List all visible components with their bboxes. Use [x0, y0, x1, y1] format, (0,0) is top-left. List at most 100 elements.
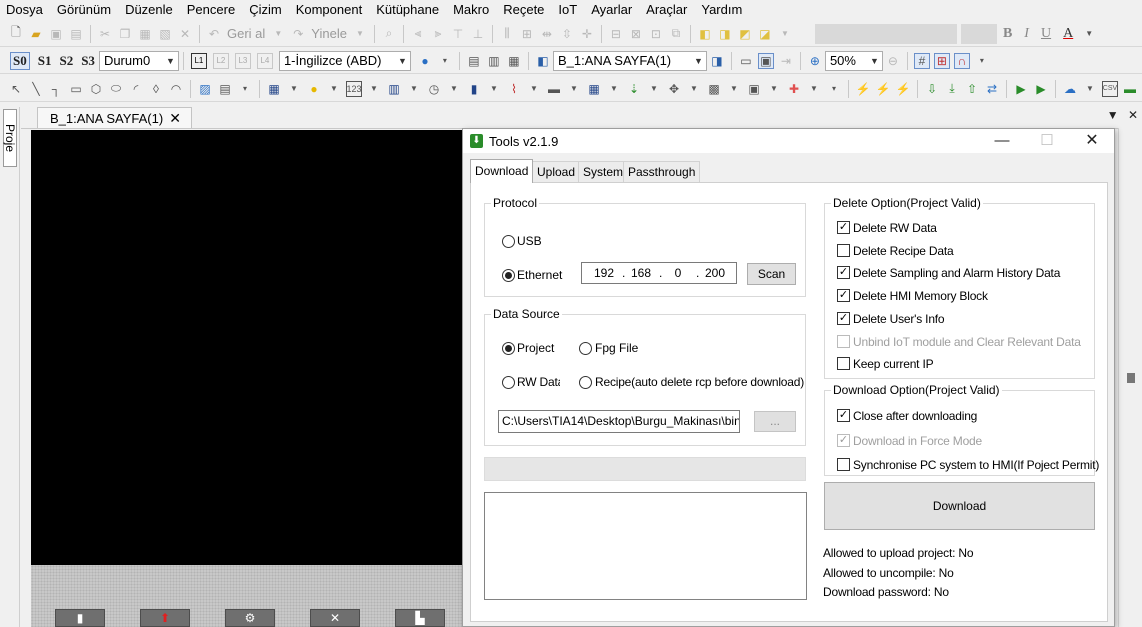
delete-icon[interactable]: ✕ [177, 26, 193, 42]
menu-pencere[interactable]: Pencere [180, 1, 242, 18]
minimize-button[interactable]: — [980, 131, 1024, 151]
zoom-out-icon[interactable]: ⊖ [885, 53, 901, 69]
recipe-icon[interactable]: ▩ [706, 81, 722, 97]
open-folder-icon[interactable]: ▰ [28, 26, 44, 42]
paste-special-icon[interactable]: ▧ [157, 26, 173, 42]
compile-clear-icon[interactable]: ⚡ [895, 81, 911, 97]
recipe-label[interactable]: Recipe(auto delete rcp before download) [595, 375, 804, 389]
state-combo[interactable]: Durum0 ▼ [98, 50, 179, 71]
chevron-down-icon[interactable]: ▼ [726, 81, 742, 97]
canvas-scrollbar[interactable] [1118, 128, 1142, 627]
maximize-button[interactable]: ☐ [1025, 131, 1069, 151]
page-properties-icon[interactable]: ▤ [466, 53, 482, 69]
fpg-file-radio[interactable] [579, 342, 592, 355]
polygon-tool-icon[interactable]: ⬡ [88, 81, 104, 97]
save-icon[interactable]: ▣ [48, 26, 64, 42]
chevron-down-icon[interactable]: ▼ [526, 81, 542, 97]
keep-current-ip-label[interactable]: Keep current IP [853, 357, 934, 371]
hmi-screen[interactable] [31, 130, 471, 565]
next-page-icon[interactable]: ◨ [709, 53, 725, 69]
align-middle-icon[interactable]: ⊞ [519, 26, 535, 42]
chevron-down-icon[interactable]: ▼ [486, 81, 502, 97]
redo-label[interactable]: Yinele [311, 26, 347, 41]
delete-recipe-data-checkbox[interactable] [837, 244, 850, 257]
csv-icon[interactable]: CSV [1102, 80, 1118, 97]
browse-button[interactable]: ... [754, 411, 796, 432]
align-center-icon[interactable]: ⫼ [499, 26, 515, 42]
distribute-v-icon[interactable]: ⇳ [559, 26, 575, 42]
component-icon[interactable]: ✚ [786, 81, 802, 97]
download-all-icon[interactable]: ⤓ [944, 81, 960, 97]
chevron-down-icon[interactable]: ▼ [1082, 81, 1098, 97]
zoom-combo[interactable]: 50% ▼ [824, 50, 883, 71]
menu-makro[interactable]: Makro [446, 1, 496, 18]
bar-graph-icon[interactable]: ▮ [466, 81, 482, 97]
save-all-icon[interactable]: ▤ [68, 26, 84, 42]
same-width-icon[interactable]: ⊟ [608, 26, 624, 42]
ethernet-radio[interactable] [502, 269, 515, 282]
delete-users-info-checkbox[interactable]: ✓ [837, 312, 850, 325]
chevron-down-icon[interactable]: ▼ [1081, 26, 1097, 42]
delete-memory-block-label[interactable]: Delete HMI Memory Block [853, 289, 988, 303]
find-icon[interactable]: ⌕ [381, 26, 397, 42]
undo-icon[interactable]: ↶ [206, 26, 222, 42]
project-radio[interactable] [502, 342, 515, 355]
document-tab[interactable]: B_1:ANA SAYFA(1) ✕ [37, 107, 192, 128]
clock-icon[interactable]: ◷ [426, 81, 442, 97]
layer-l3-button[interactable]: L3 [234, 52, 251, 69]
menu-recete[interactable]: Reçete [496, 1, 551, 18]
delete-memory-block-checkbox[interactable]: ✓ [837, 289, 850, 302]
delete-recipe-data-label[interactable]: Delete Recipe Data [853, 244, 954, 258]
menu-ayarlar[interactable]: Ayarlar [584, 1, 639, 18]
simulate-online-icon[interactable]: ▶ [1033, 81, 1049, 97]
upload-icon[interactable]: ⇧ [964, 81, 980, 97]
close-button[interactable]: ✕ [1070, 131, 1114, 151]
menu-dosya[interactable]: Dosya [0, 1, 50, 18]
tab-system[interactable]: System [578, 161, 629, 182]
hmi-save-button[interactable]: ▮ [55, 609, 105, 627]
layer-l4-button[interactable]: L4 [256, 52, 273, 69]
state-s0-button[interactable]: S0 [10, 51, 30, 70]
chevron-down-icon[interactable]: ▼ [406, 81, 422, 97]
center-icon[interactable]: ✛ [579, 26, 595, 42]
menu-iot[interactable]: IoT [551, 1, 584, 18]
zoom-icon[interactable]: ⊕ [807, 53, 823, 69]
menu-cizim[interactable]: Çizim [242, 1, 289, 18]
table-icon[interactable]: ▦ [586, 81, 602, 97]
arc-tool-icon[interactable]: ◜ [128, 81, 144, 97]
align-bottom-icon[interactable]: ⊥ [470, 26, 486, 42]
line-tool-icon[interactable]: ╲ [28, 81, 44, 97]
chevron-down-icon[interactable]: ▾ [826, 81, 842, 97]
chevron-down-icon[interactable]: ▼ [566, 81, 582, 97]
compile-icon[interactable]: ⚡ [855, 81, 871, 97]
menu-duzenle[interactable]: Düzenle [118, 1, 180, 18]
chevron-down-icon[interactable]: ▼ [270, 26, 286, 42]
hmi-up-button[interactable]: ⬆ [140, 609, 190, 627]
simulate-offline-icon[interactable]: ▶ [1013, 81, 1029, 97]
italic-icon[interactable]: I [1024, 26, 1029, 42]
close-icon[interactable]: ✕ [169, 110, 181, 127]
bit-switch-icon[interactable]: ▦ [266, 81, 282, 97]
tab-list-icon[interactable]: ▼ [1107, 108, 1119, 122]
hmi-tools-button[interactable]: ✕ [310, 609, 360, 627]
state-s3-button[interactable]: S3 [81, 53, 95, 69]
chevron-down-icon[interactable]: ▼ [606, 81, 622, 97]
bring-forward-icon[interactable]: ◩ [737, 26, 753, 42]
polyline-tool-icon[interactable]: ┐ [48, 81, 64, 97]
previous-page-icon[interactable]: ◧ [535, 53, 551, 69]
new-file-icon[interactable]: 🗋 [8, 25, 24, 42]
chevron-down-icon[interactable]: ▾ [437, 53, 453, 69]
download-icon[interactable]: ⇩ [924, 81, 940, 97]
text-display-icon[interactable]: ▥ [386, 81, 402, 97]
close-after-downloading-checkbox[interactable]: ✓ [837, 409, 850, 422]
menu-araclar[interactable]: Araçlar [639, 1, 694, 18]
state-s1-button[interactable]: S1 [38, 53, 52, 69]
close-after-downloading-label[interactable]: Close after downloading [853, 409, 977, 423]
align-right-icon[interactable]: ⫸ [430, 26, 446, 42]
bold-icon[interactable]: B [1003, 26, 1012, 42]
download-button[interactable]: Download [824, 482, 1095, 530]
chevron-down-icon[interactable]: ▼ [686, 81, 702, 97]
language-combo[interactable]: 1-İngilizce (ABD) ▼ [278, 50, 411, 71]
layer-l1-button[interactable]: L1 [190, 52, 207, 69]
chevron-down-icon[interactable]: ▼ [286, 81, 302, 97]
